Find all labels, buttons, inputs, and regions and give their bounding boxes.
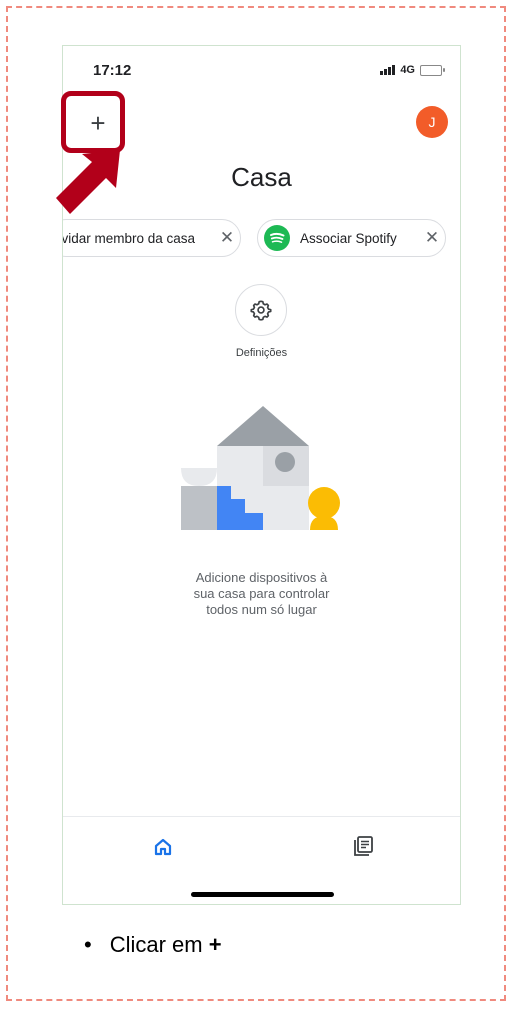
bullet: • bbox=[84, 932, 92, 957]
empty-home-illustration bbox=[181, 406, 340, 530]
network-label: 4G bbox=[400, 64, 415, 76]
invite-member-chip-label: nvidar membro da casa bbox=[62, 230, 196, 246]
home-indicator bbox=[191, 892, 334, 897]
empty-state-message: Adicione dispositivos à sua casa para co… bbox=[63, 570, 460, 618]
spotify-chip[interactable]: Associar Spotify ✕ bbox=[257, 219, 446, 257]
status-bar: 17:12 4G bbox=[63, 46, 460, 86]
empty-state-line: sua casa para controlar bbox=[193, 586, 330, 601]
home-icon[interactable] bbox=[153, 837, 173, 857]
pointer-arrow-icon bbox=[56, 150, 120, 214]
gear-icon bbox=[250, 300, 272, 321]
settings-label: Definições bbox=[235, 347, 288, 359]
status-indicators: 4G bbox=[380, 64, 445, 76]
settings-button[interactable] bbox=[235, 284, 287, 336]
empty-state-line: todos num só lugar bbox=[206, 602, 317, 617]
feed-icon[interactable] bbox=[353, 835, 375, 857]
highlight-box bbox=[61, 91, 125, 153]
signal-icon bbox=[380, 65, 396, 75]
page-title: Casa bbox=[231, 162, 292, 192]
instruction-emphasis: + bbox=[208, 932, 222, 957]
instruction-line: Clicar em + bbox=[110, 932, 222, 958]
spotify-chip-label: Associar Spotify bbox=[300, 230, 397, 246]
status-time: 17:12 bbox=[93, 62, 132, 79]
instruction-text: • Clicar em + bbox=[84, 932, 222, 958]
invite-member-chip[interactable]: nvidar membro da casa ✕ bbox=[62, 219, 241, 257]
empty-state-line: Adicione dispositivos à bbox=[195, 570, 328, 585]
close-icon[interactable]: ✕ bbox=[214, 228, 240, 248]
bottom-navigation bbox=[63, 816, 460, 877]
avatar[interactable]: J bbox=[416, 106, 448, 138]
instruction-label: Clicar em bbox=[109, 932, 203, 957]
close-icon[interactable]: ✕ bbox=[419, 228, 445, 248]
spotify-icon bbox=[264, 225, 290, 251]
battery-icon bbox=[420, 64, 445, 76]
